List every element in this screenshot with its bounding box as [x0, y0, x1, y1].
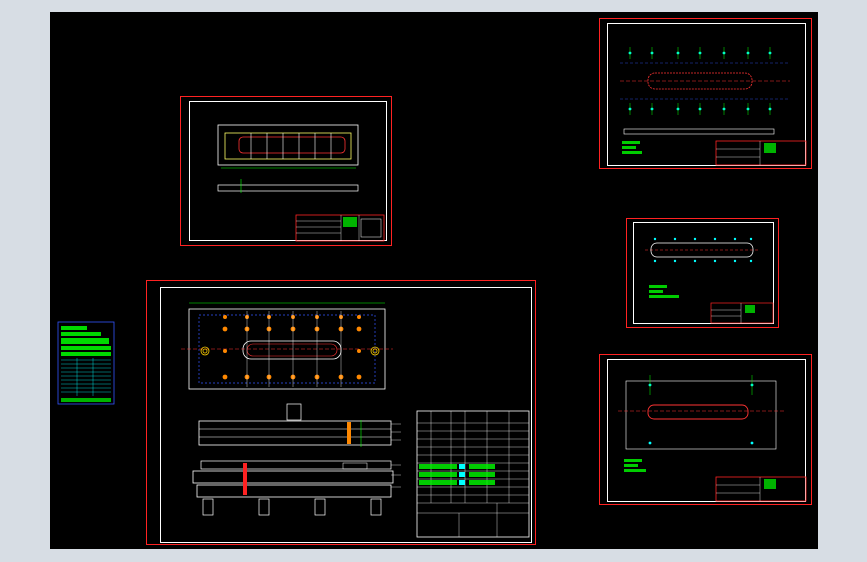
drawing-sheet-left-bom[interactable] [57, 320, 115, 406]
top-left-geometry [217, 124, 385, 242]
cad-canvas[interactable] [50, 12, 818, 549]
drawing-sheet-right-middle[interactable] [626, 218, 779, 328]
right-bottom-geometry [618, 375, 807, 502]
drawing-sheet-top-left[interactable] [180, 96, 392, 246]
drawing-sheet-main-assembly[interactable] [146, 280, 536, 545]
drawing-sheet-right-top[interactable] [599, 18, 812, 169]
right-top-geometry [620, 47, 807, 166]
left-bom-geometry [57, 321, 115, 405]
drawing-sheet-right-bottom[interactable] [599, 354, 812, 505]
right-middle-geometry [645, 237, 774, 324]
main-assembly-geometry [181, 302, 530, 538]
